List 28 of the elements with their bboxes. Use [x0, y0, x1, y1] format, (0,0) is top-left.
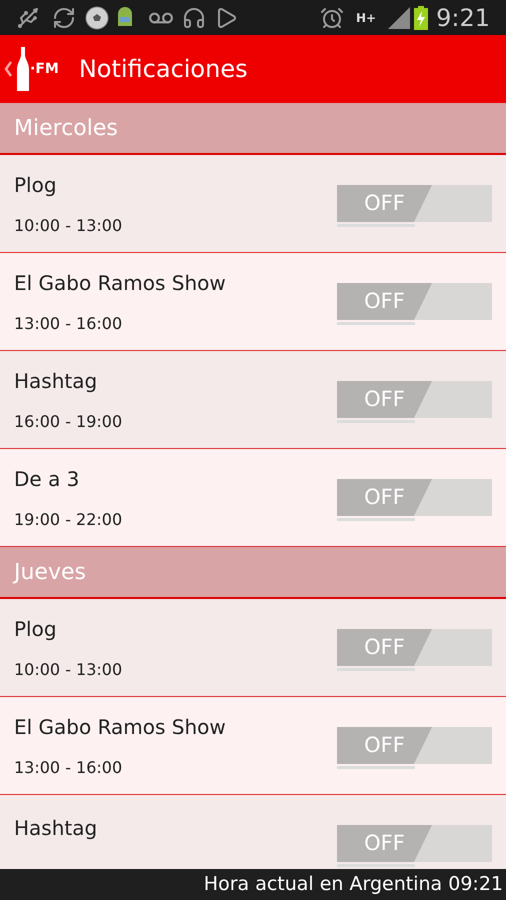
show-name: Plog — [14, 616, 58, 642]
show-name: Hashtag — [14, 368, 98, 394]
show-name: Plog — [14, 172, 58, 198]
bottle-icon — [16, 47, 30, 91]
show-time: 19:00 - 22:00 — [14, 508, 124, 530]
battery-icon — [414, 6, 428, 30]
show-time: 16:00 - 19:00 — [14, 410, 124, 432]
logo-text: ·FM — [30, 60, 59, 78]
sync-icon — [52, 6, 76, 30]
current-time-text: Hora actual en Argentina 09:21 — [204, 872, 503, 898]
show-name: Hashtag — [14, 814, 98, 842]
signal-icon — [388, 6, 410, 28]
show-name: El Gabo Ramos Show — [14, 270, 227, 296]
show-name: De a 3 — [14, 466, 80, 492]
day-header: Miercoles — [0, 103, 506, 155]
network-indicator: H+ — [356, 10, 376, 26]
show-name: El Gabo Ramos Show — [14, 714, 227, 740]
usb-icon — [16, 6, 40, 30]
show-time: 13:00 - 16:00 — [14, 312, 124, 334]
headphones-icon — [182, 6, 206, 30]
clock-time: 9:21 — [436, 2, 490, 34]
back-chevron-icon — [4, 61, 12, 77]
day-header: Jueves — [0, 547, 506, 599]
screen-title: Notificaciones — [78, 54, 248, 85]
show-time: 13:00 - 16:00 — [14, 756, 124, 778]
show-time: 10:00 - 13:00 — [14, 658, 124, 680]
alarm-icon — [320, 6, 344, 30]
show-time: 10:00 - 13:00 — [14, 214, 124, 236]
